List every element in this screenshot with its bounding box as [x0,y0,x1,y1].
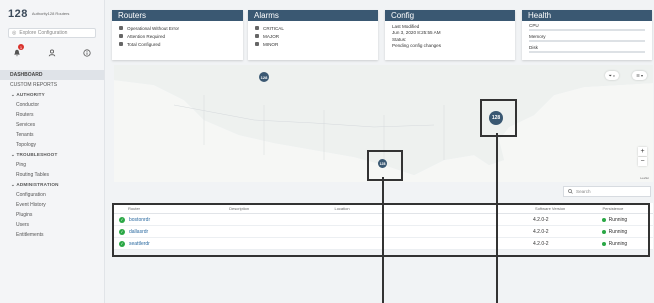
map-layer-label: ☰ ▾ [636,73,643,78]
config-card: Config Last Modified Jun 3, 2020 8:25:55… [385,10,515,60]
health-card-title: Health [522,10,652,21]
alarm-row[interactable]: MINOR [255,40,371,48]
routers-row-label: Total Configured [127,41,161,47]
bell-icon[interactable]: 1 [12,44,24,58]
info-icon[interactable] [82,48,92,58]
sidebar-item[interactable]: Entitlements [0,230,104,240]
user-icon[interactable] [47,48,57,58]
sidebar-item[interactable]: Users [0,220,104,230]
alarm-row[interactable]: MAJOR [255,32,371,40]
sidebar: 128 Authority128 Routers ◎ Explore Confi… [0,0,105,303]
alarm-row-label: MAJOR [263,33,280,39]
sidebar-item[interactable]: ⌄ ADMINISTRATION [0,180,104,190]
zoom-out-button[interactable]: − [638,157,647,166]
zoom-in-button[interactable]: + [638,147,647,156]
alarms-card-title: Alarms [248,10,378,21]
highlight-box-boston [480,99,517,137]
alarm-row-label: CRITICAL [263,25,284,31]
explore-configuration-input[interactable]: ◎ Explore Configuration [8,28,96,38]
config-row: Pending config changes [392,43,442,49]
routers-card: Routers Operational Without Error Attent… [112,10,243,60]
health-label: Disk [529,44,538,50]
callout-line-dallas [382,177,384,303]
brand-number: 128 [8,8,28,20]
search-input[interactable]: Search [563,186,651,197]
callout-line-boston [496,133,498,303]
map-filter-label: ⏷ ▾ [608,73,615,78]
sidebar-item[interactable]: Topology [0,140,104,150]
brand-name: Authority128 Routers [31,11,70,16]
routers-row-label: Attention Required [127,33,166,39]
sidebar-item[interactable]: Services [0,120,104,130]
sidebar-nav: DASHBOARD CUSTOM REPORTS ⌄ AUTHORITY Conduc… [0,70,104,240]
alarm-row[interactable]: CRITICAL [255,24,371,32]
map-layer-button[interactable]: ☰ ▾ [632,71,647,80]
cpu-bar [529,29,645,31]
sidebar-icon-row: 1 [12,44,92,58]
sidebar-item[interactable]: Conductor [0,100,104,110]
sidebar-item[interactable]: Plugins [0,210,104,220]
sidebar-item[interactable]: Routing Tables [0,170,104,180]
routers-card-title: Routers [112,10,243,21]
sidebar-item[interactable]: Routers [0,110,104,120]
search-placeholder: Search [576,189,591,194]
table-highlight-box [112,203,650,257]
memory-bar [529,40,645,42]
sidebar-item[interactable]: DASHBOARD [0,70,104,80]
config-card-title: Config [385,10,515,21]
sidebar-item[interactable]: ⌄ TROUBLESHOOT [0,150,104,160]
sidebar-item[interactable]: Ping [0,160,104,170]
routers-row-label: Operational Without Error [127,25,180,31]
alert-badge: 1 [18,44,24,50]
search-icon [568,188,573,195]
health-label: Memory [529,33,546,39]
sidebar-item[interactable]: Event History [0,200,104,210]
map-filter-button[interactable]: ⏷ ▾ [604,71,619,80]
highlight-box-dallas [367,150,403,181]
map-marker-seattle[interactable]: 128 [259,72,269,82]
health-card: Health CPU Memory Disk [522,10,652,60]
brand-logo[interactable]: 128 Authority128 Routers [8,8,72,20]
sidebar-item[interactable]: Tenants [0,130,104,140]
sidebar-item[interactable]: CUSTOM REPORTS [0,80,104,90]
sidebar-item[interactable]: Configuration [0,190,104,200]
disk-bar [529,51,645,53]
alarms-card: Alarms CRITICAL MAJOR MINOR [248,10,378,60]
routers-row[interactable]: Total Configured [119,40,236,48]
routers-row[interactable]: Operational Without Error [119,24,236,32]
compass-icon: ◎ [12,30,17,36]
map-attribution[interactable]: Leaflet [640,176,649,180]
routers-row[interactable]: Attention Required [119,32,236,40]
explore-label: Explore Configuration [19,30,68,36]
sidebar-item[interactable]: ⌄ AUTHORITY [0,90,104,100]
health-label: CPU [529,22,539,28]
alarm-row-label: MINOR [263,41,279,47]
